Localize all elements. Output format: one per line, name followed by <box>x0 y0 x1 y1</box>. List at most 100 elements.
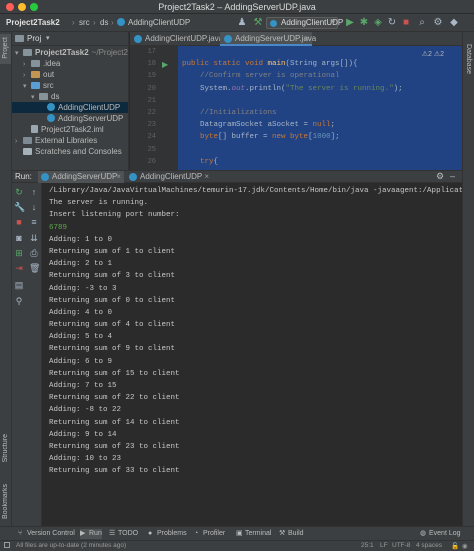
title-bar: Project2Task2 – AddingServerUDP.java <box>0 0 474 14</box>
trash-icon[interactable]: 🗑 <box>29 263 40 273</box>
structure-tool-button[interactable]: Structure <box>0 432 11 472</box>
breadcrumb-ds[interactable]: ds <box>100 18 108 27</box>
code-token: ; <box>330 121 336 130</box>
event-log-button[interactable]: ◍ Event Log <box>420 529 461 539</box>
run-configuration-select[interactable]: AddingClientUDP ▾ <box>266 17 343 29</box>
close-tab-icon[interactable]: × <box>116 171 121 183</box>
debug-icon[interactable]: ✱ <box>358 17 370 29</box>
breadcrumb-src[interactable]: src <box>79 18 90 27</box>
bookmarks-tool-label: Bookmarks <box>2 484 9 520</box>
terminal-icon: ▣ <box>236 530 243 537</box>
run-tab-label: AddingServerUDP <box>52 172 118 181</box>
tree-item[interactable]: AddingServerUDP <box>12 113 128 124</box>
build-hammer-icon[interactable]: ⚒ <box>252 17 264 29</box>
tool-window-problems[interactable]: ● Problems <box>148 529 187 539</box>
tree-item[interactable]: Project2Task2.iml <box>12 124 128 135</box>
tool-window-build[interactable]: ⚒ Build <box>279 529 304 539</box>
chevron-down-icon[interactable]: ▾ <box>23 81 31 92</box>
code-token: byte <box>200 133 219 142</box>
bookmarks-tool-button[interactable]: Bookmarks <box>0 482 11 524</box>
line-separator[interactable]: LF <box>380 542 388 549</box>
console-output[interactable]: /Library/Java/JavaVirtualMachines/temuri… <box>42 183 462 526</box>
tool-window-terminal[interactable]: ▣ Terminal <box>236 529 271 539</box>
code-line: byte[] buffer = new byte[1000]; <box>182 133 340 141</box>
code-line: try{ <box>182 158 218 166</box>
line-number: 22 <box>147 109 156 117</box>
tree-item-label: Project2Task2 <box>35 48 89 57</box>
notifications-icon[interactable]: ◉ <box>462 542 468 550</box>
wrench-icon[interactable]: 🔧 <box>14 202 25 212</box>
hide-panel-icon[interactable]: – <box>450 171 455 181</box>
project-tool-button[interactable]: Project <box>0 34 11 64</box>
tree-item[interactable]: › External Libraries <box>12 135 128 146</box>
tab-adding-server-udp[interactable]: AddingServerUDP.java × <box>220 32 316 46</box>
tree-item[interactable]: ▾ src <box>12 80 128 92</box>
run-icon[interactable]: ▶ <box>344 17 356 29</box>
tool-window-label: Terminal <box>245 530 272 537</box>
soft-wrap-icon[interactable]: ≡ <box>29 217 39 227</box>
console-line: Returning sum of 3 to client <box>49 272 176 281</box>
settings-gear-icon[interactable]: ⚙ <box>436 171 444 182</box>
tool-window-todo[interactable]: ☰ TODO <box>109 529 138 539</box>
exit-icon[interactable]: ⇥ <box>14 263 24 273</box>
print-icon[interactable]: ⎙ <box>29 248 39 258</box>
caret-position[interactable]: 25:1 <box>361 542 374 549</box>
close-tab-icon[interactable]: × <box>204 171 209 183</box>
chevron-down-icon[interactable]: ▾ <box>31 92 39 103</box>
tool-window-version-control[interactable]: ⑂ Version Control <box>18 529 75 539</box>
stop-icon[interactable]: ■ <box>400 17 412 29</box>
tool-window-run[interactable]: ▶ Run <box>80 529 102 539</box>
code-token: { <box>213 157 219 166</box>
tree-item[interactable]: › .idea <box>12 58 128 69</box>
stop-icon[interactable]: ■ <box>14 217 24 227</box>
breadcrumb-class[interactable]: AddingClientUDP <box>128 18 190 27</box>
status-square-icon[interactable] <box>4 542 10 548</box>
pin-icon[interactable]: ⚲ <box>14 296 24 306</box>
structure-tool-label: Structure <box>2 434 9 463</box>
tree-item[interactable]: ▾ Project2Task2 ~/Project2T <box>12 47 128 59</box>
scroll-to-end-icon[interactable]: ⇊ <box>29 233 39 243</box>
todo-icon: ☰ <box>109 530 116 537</box>
run-panel-label: Run: <box>15 172 32 181</box>
rerun-icon[interactable]: ↻ <box>386 17 398 29</box>
coverage-icon[interactable]: ◈ <box>372 17 384 29</box>
user-icon[interactable]: ♟ <box>236 17 248 29</box>
tool-window-profiler[interactable]: ◔ Profiler <box>194 529 225 539</box>
breadcrumb-separator: › <box>111 18 114 27</box>
console-line: Adding: -3 to 3 <box>49 284 117 293</box>
up-arrow-icon[interactable]: ↑ <box>29 187 39 197</box>
lock-icon[interactable]: 🔓 <box>451 542 459 550</box>
indent-setting[interactable]: 4 spaces <box>416 542 442 549</box>
project-view-select[interactable]: Proj <box>27 34 41 43</box>
class-icon <box>270 20 277 27</box>
tab-adding-client-udp[interactable]: AddingClientUDP.java <box>130 32 223 46</box>
code-token: main <box>267 60 286 69</box>
settings-gear-icon[interactable]: ⚙ <box>432 17 444 29</box>
search-icon[interactable]: ⌕ <box>416 17 428 29</box>
run-toolbar: ↻ ↑ 🔧 ↓ ■ ≡ ◙ ⇊ ⊞ ⎙ ⇥ 🗑 ▤ ⚲ <box>12 183 42 526</box>
console-line: Returning sum of 4 to client <box>49 321 176 330</box>
folder-icon <box>31 82 40 89</box>
camera-icon[interactable]: ◙ <box>14 233 24 243</box>
tree-item[interactable]: AddingClientUDP <box>12 102 128 113</box>
code-token: 1000 <box>312 133 331 142</box>
down-arrow-icon[interactable]: ↓ <box>29 202 39 212</box>
chevron-down-icon[interactable]: ▾ <box>15 48 23 59</box>
code-editor[interactable]: public static void main(String args[]){ … <box>178 46 462 170</box>
tree-item[interactable]: Scratches and Consoles <box>12 146 128 157</box>
tree-item[interactable]: ▾ ds <box>12 91 128 103</box>
breadcrumb-project[interactable]: Project2Task2 <box>6 18 60 27</box>
run-tab-adding-server-udp[interactable]: AddingServerUDP × <box>38 171 124 183</box>
database-tool-button[interactable]: Database <box>465 44 472 74</box>
layout-icon[interactable]: ▤ <box>14 280 24 290</box>
ide-logo-icon[interactable]: ◆ <box>448 17 460 29</box>
run-gutter-icon[interactable]: ▶ <box>162 60 168 69</box>
inspection-widget[interactable]: ⚠2 ⚠2 <box>422 50 444 58</box>
restore-layout-icon[interactable]: ⊞ <box>14 248 24 258</box>
rerun-icon[interactable]: ↻ <box>14 187 24 197</box>
close-tab-icon[interactable]: × <box>304 32 309 46</box>
file-encoding[interactable]: UTF-8 <box>392 542 410 549</box>
tree-item[interactable]: › out <box>12 69 128 80</box>
run-tab-adding-client-udp[interactable]: AddingClientUDP × <box>126 171 212 183</box>
chevron-down-icon[interactable]: ▾ <box>46 34 50 42</box>
